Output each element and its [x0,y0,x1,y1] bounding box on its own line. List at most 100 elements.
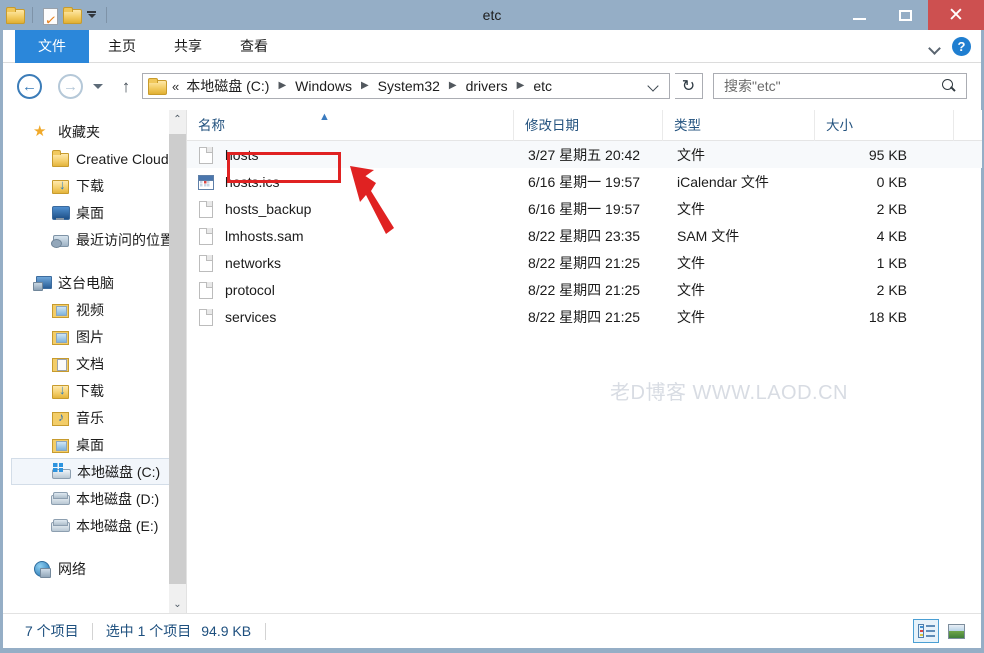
search-box[interactable] [713,73,967,99]
sidebar-scrollbar[interactable]: ⌃ ⌄ [169,110,186,613]
tab-file[interactable]: 文件 [15,30,89,63]
sidebar-item-this-pc[interactable]: 这台电脑 [3,269,186,296]
nav-group-network: 网络 [3,555,186,582]
sidebar-item-local-disk-d[interactable]: 本地磁盘 (D:) [3,485,186,512]
sidebar-item-local-disk-e[interactable]: 本地磁盘 (E:) [3,512,186,539]
sidebar-item-desktop[interactable]: 桌面 [3,431,186,458]
view-mode-buttons [913,619,969,643]
details-view-button[interactable] [913,619,939,643]
file-date: 8/22 星期四 23:35 [528,227,641,244]
breadcrumb-sep-0[interactable]: ▶ [278,81,286,91]
table-row[interactable]: lmhosts.sam 8/22 星期四 23:35 SAM 文件 4 KB [187,222,982,249]
folder-video-icon [51,301,69,318]
breadcrumb[interactable]: « 本地磁盘 (C:) ▶ Windows ▶ System32 ▶ drive… [142,73,670,99]
up-button[interactable]: ↑ [116,77,136,97]
breadcrumb-item-1[interactable]: Windows [293,78,354,94]
column-header-type[interactable]: 类型 [663,110,815,141]
sidebar-label: 桌面 [76,436,104,453]
table-row[interactable]: hosts_backup 6/16 星期一 19:57 文件 2 KB [187,195,982,222]
file-type: iCalendar 文件 [677,173,769,190]
nav-gap-2 [3,539,186,555]
chevron-down-icon[interactable] [928,40,942,54]
scrollbar-thumb[interactable] [169,134,186,584]
tab-share[interactable]: 共享 [155,30,221,63]
file-name-cell: protocol [198,281,275,299]
file-type: SAM 文件 [677,227,740,244]
help-icon[interactable]: ? [952,37,971,56]
tab-home[interactable]: 主页 [89,30,155,63]
file-date: 8/22 星期四 21:25 [528,281,641,298]
minimize-icon [852,18,866,20]
file-name-cell: hosts_backup [198,200,311,218]
sidebar-item-local-disk-c[interactable]: 本地磁盘 (C:) [11,458,181,485]
nav-gap-1 [3,253,186,269]
breadcrumb-overflow-icon[interactable]: « [172,79,179,94]
breadcrumb-sep-1[interactable]: ▶ [361,81,369,91]
ribbon-tab-strip: 文件 主页 共享 查看 ? [3,30,981,63]
forward-button[interactable]: → [58,74,83,99]
breadcrumb-item-3[interactable]: drivers [464,78,510,94]
sidebar-item-downloads-fav[interactable]: 下载 [3,172,186,199]
this-pc-icon [33,274,52,291]
table-row[interactable]: networks 8/22 星期四 21:25 文件 1 KB [187,249,982,276]
navigation-pane: ★ 收藏夹 Creative Cloud 文件 下载 桌面 最近访问 [3,110,186,613]
column-header-name[interactable]: 名称 ▲ [187,110,514,141]
search-input[interactable] [722,77,932,95]
breadcrumb-item-0[interactable]: 本地磁盘 (C:) [184,76,271,96]
tab-view[interactable]: 查看 [221,30,287,63]
watermark: 老D博客 WWW.LAOD.CN [610,382,848,404]
sidebar-item-videos[interactable]: 视频 [3,296,186,323]
large-icons-view-button[interactable] [943,619,969,643]
column-header-size[interactable]: 大小 [815,110,954,141]
status-bar: 7 个项目 选中 1 个项目 94.9 KB [3,613,981,648]
table-row[interactable]: services 8/22 星期四 21:25 文件 18 KB [187,303,982,330]
breadcrumb-sep-3[interactable]: ▶ [517,81,525,91]
sidebar-item-recent-places[interactable]: 最近访问的位置 [3,226,186,253]
folder-download-icon [51,382,69,399]
file-date: 6/16 星期一 19:57 [528,173,641,190]
sidebar-item-pictures[interactable]: 图片 [3,323,186,350]
breadcrumb-item-2[interactable]: System32 [376,78,442,94]
drive-icon [51,517,70,534]
file-icon [198,254,214,272]
sort-ascending-icon: ▲ [319,111,330,123]
minimize-button[interactable] [836,0,882,30]
sidebar-item-music[interactable]: 音乐 [3,404,186,431]
file-size: 1 KB [876,254,907,271]
scroll-up-icon[interactable]: ⌃ [169,110,186,128]
nav-group-this-pc: 这台电脑 视频 图片 文档 下载 [3,269,186,539]
sidebar-item-downloads[interactable]: 下载 [3,377,186,404]
file-icon [198,281,214,299]
scroll-down-icon[interactable]: ⌄ [169,595,186,613]
table-row[interactable]: hosts.ics 6/16 星期一 19:57 iCalendar 文件 0 … [187,168,982,195]
file-name: hosts.ics [225,173,280,190]
file-name-cell: lmhosts.sam [198,227,304,245]
file-type: 文件 [677,200,705,217]
folder-documents-icon [51,355,69,372]
sidebar-item-creative-cloud-files[interactable]: Creative Cloud 文件 [3,145,186,172]
refresh-button[interactable]: ↻ [675,73,703,99]
maximize-button[interactable] [882,0,928,30]
folder-music-icon [51,409,69,426]
back-button[interactable]: ← [17,74,42,99]
sidebar-label: 最近访问的位置 [76,231,174,248]
sidebar-item-documents[interactable]: 文档 [3,350,186,377]
breadcrumb-item-4[interactable]: etc [531,78,554,94]
sidebar-item-favorites[interactable]: ★ 收藏夹 [3,118,186,145]
breadcrumb-dropdown-icon[interactable] [648,82,660,92]
column-header-date[interactable]: 修改日期 [514,110,663,141]
sidebar-item-desktop-fav[interactable]: 桌面 [3,199,186,226]
explorer-window: ✓ etc ✕ 文件 主页 共享 查看 ? ← → ↑ « 本地磁盘 (C:) … [0,0,984,653]
sidebar-label: 文档 [76,355,104,372]
table-row[interactable]: protocol 8/22 星期四 21:25 文件 2 KB [187,276,982,303]
large-icons-view-icon [947,623,965,639]
breadcrumb-sep-2[interactable]: ▶ [449,81,457,91]
recent-locations-caret-icon[interactable] [92,81,105,91]
file-date: 3/27 星期五 20:42 [528,146,641,163]
close-button[interactable]: ✕ [928,0,984,30]
table-row[interactable]: hosts 3/27 星期五 20:42 文件 95 KB [187,141,982,168]
file-size: 0 KB [876,173,907,190]
folder-pictures-icon [51,328,69,345]
sidebar-item-network[interactable]: 网络 [3,555,186,582]
file-rows: hosts 3/27 星期五 20:42 文件 95 KB hosts.ics … [187,141,982,330]
